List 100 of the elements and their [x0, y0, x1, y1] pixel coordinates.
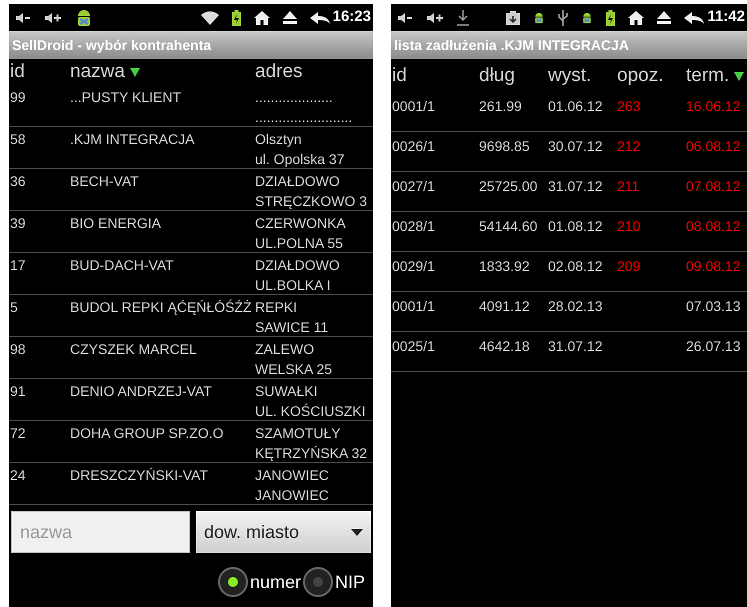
- table-cell-text: 0029/1: [392, 257, 436, 276]
- column-header[interactable]: adres: [255, 58, 303, 86]
- table-cell-text: 24: [10, 466, 27, 485]
- column-header[interactable]: term.: [686, 62, 744, 91]
- table-cell-text: 4642.18: [479, 337, 531, 356]
- table-cell-text: 06.08.12: [686, 137, 742, 156]
- address-line: ZALEWO: [255, 340, 316, 359]
- table-cell-text: BUDOL REPKI ĄĆĘŃŁÓŚŹŻ: [70, 298, 253, 317]
- table-cell-text: 263: [617, 97, 642, 116]
- table-cell-text: 91: [10, 382, 27, 401]
- status-time: 11:42: [707, 7, 745, 28]
- column-header[interactable]: opoz.: [617, 62, 664, 91]
- table-cell-text: 209: [617, 257, 642, 276]
- table-cell-text: 26.07.13: [686, 337, 742, 356]
- address-line: CZERWONKA: [255, 214, 347, 233]
- address-line: ....................: [255, 88, 334, 107]
- column-header[interactable]: wyst.: [548, 62, 592, 91]
- volume-down-icon: [15, 12, 31, 24]
- table-cell-text: 210: [617, 217, 642, 236]
- download-icon: [457, 10, 469, 26]
- table-cell-text: .KJM INTEGRACJA: [70, 130, 196, 149]
- column-header[interactable]: nazwa: [70, 58, 140, 86]
- dropdown[interactable]: dow. miasto: [196, 511, 371, 553]
- column-header[interactable]: id: [392, 62, 407, 91]
- table-cell-text: DOHA GROUP SP.ZO.O: [70, 424, 225, 443]
- table-cell-text: 4091.12: [479, 297, 531, 316]
- radio-button[interactable]: NIP: [302, 567, 367, 597]
- table-cell-text: 08.08.12: [686, 217, 742, 236]
- home-icon: [254, 10, 270, 24]
- table-cell-text: 07.03.13: [686, 297, 742, 316]
- back-arrow-icon: [684, 12, 704, 24]
- table-cell-text: 99: [10, 88, 27, 107]
- table-cell-text: 212: [617, 137, 642, 156]
- address-line: STRĘCZKOWO 3: [255, 192, 368, 211]
- search-field[interactable]: nazwa: [11, 511, 190, 553]
- table-cell-text: 02.08.12: [548, 257, 604, 276]
- address-line: Olsztyn: [255, 130, 303, 149]
- screen-title: lista zadłużenia .KJM INTEGRACJA: [391, 31, 747, 59]
- table-cell-text: ...PUSTY KLIENT: [70, 88, 182, 107]
- table-cell-text: 01.08.12: [548, 217, 604, 236]
- table-cell-text: 54144.60: [479, 217, 538, 236]
- address-line: KĘTRZYŃSKA 32: [255, 444, 368, 463]
- address-line: DZIAŁDOWO: [255, 172, 341, 191]
- eject-icon: [282, 11, 297, 24]
- volume-up-icon: [44, 12, 62, 24]
- usb-icon: [558, 10, 568, 26]
- robot-icon: [581, 10, 594, 24]
- robot-icon: [533, 10, 546, 24]
- table-cell-text: 0028/1: [392, 217, 436, 236]
- table-cell-text: 0026/1: [392, 137, 436, 156]
- table-cell-text: BUD-DACH-VAT: [70, 256, 175, 275]
- table-cell-text: 28.02.13: [548, 297, 604, 316]
- eject-icon: [657, 11, 672, 24]
- address-line: JANOWIEC: [255, 486, 330, 505]
- caret-icon: [351, 528, 363, 536]
- table-cell-text: DENIO ANDRZEJ-VAT: [70, 382, 213, 401]
- radio-button[interactable]: numer: [218, 567, 303, 597]
- column-header[interactable]: dług: [479, 62, 515, 91]
- address-line: WELSKA 25: [255, 360, 334, 379]
- sort-arrow-icon: [734, 72, 744, 81]
- table-cell-text: 1833.92: [479, 257, 531, 276]
- table-cell-text: BIO ENERGIA: [70, 214, 162, 233]
- wifi-icon: [200, 10, 219, 24]
- table-cell-text: 0001/1: [392, 297, 436, 316]
- table-cell-text: 07.08.12: [686, 177, 742, 196]
- table-cell-text: 31.07.12: [548, 337, 604, 356]
- table-cell-text: 0025/1: [392, 337, 436, 356]
- table-cell-text: 261.99: [479, 97, 523, 116]
- column-header[interactable]: id: [10, 58, 25, 86]
- table-cell-text: DRESZCZYŃSKI-VAT: [70, 466, 209, 485]
- table-cell-text: 16.06.12: [686, 97, 742, 116]
- address-line: .........................: [255, 108, 354, 127]
- address-line: UL.BOLKA I: [255, 276, 332, 295]
- table-cell-text: 98: [10, 340, 27, 359]
- volume-down-icon: [397, 12, 413, 24]
- table-cell-text: 9698.85: [479, 137, 531, 156]
- back-arrow-icon: [310, 12, 330, 24]
- address-line: JANOWIEC: [255, 466, 330, 485]
- battery-charging-icon: [606, 10, 616, 26]
- table-cell-text: CZYSZEK MARCEL: [70, 340, 198, 359]
- table-cell-text: BECH-VAT: [70, 172, 140, 191]
- address-line: SAWICE 11: [255, 318, 330, 337]
- address-line: SUWAŁKI: [255, 382, 318, 401]
- table-cell-text: 0001/1: [392, 97, 436, 116]
- table-cell-text: 0027/1: [392, 177, 436, 196]
- screen-title: SellDroid - wybór kontrahenta: [9, 31, 373, 59]
- battery-charging-icon: [232, 10, 241, 26]
- table-cell-text: 31.07.12: [548, 177, 604, 196]
- table-cell-text: 25725.00: [479, 177, 538, 196]
- briefcase-download-icon: [506, 10, 520, 24]
- table-cell-text: 72: [10, 424, 27, 443]
- volume-up-icon: [426, 12, 444, 24]
- address-line: UL. KOŚCIUSZKI: [255, 402, 366, 421]
- table-cell-text: 09.08.12: [686, 257, 742, 276]
- address-line: REPKI: [255, 298, 298, 317]
- table-cell-text: 58: [10, 130, 27, 149]
- sort-arrow-icon: [130, 68, 140, 76]
- address-line: ul. Opolska 37: [255, 150, 346, 169]
- table-cell-text: 36: [10, 172, 27, 191]
- table-cell-text: 01.06.12: [548, 97, 604, 116]
